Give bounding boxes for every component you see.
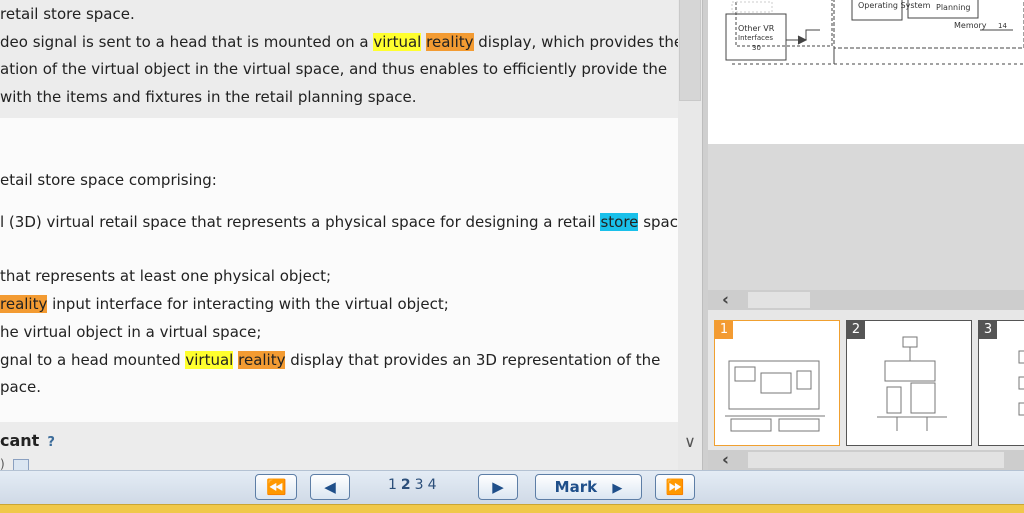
- thumbnail-number: 3: [979, 321, 997, 339]
- text-segment: with the items and fixtures in the retai…: [0, 88, 417, 106]
- thumbnail-page-3[interactable]: 3: [978, 320, 1024, 446]
- first-page-button[interactable]: ⏪: [255, 474, 297, 500]
- chevron-left-icon[interactable]: ‹: [722, 450, 729, 470]
- chevron-down-icon[interactable]: ∨: [680, 432, 700, 452]
- applicant-section: cant? ): [0, 422, 678, 470]
- right-arrow-icon: ▶: [492, 478, 504, 496]
- text-segment: he virtual object in a virtual space;: [0, 323, 262, 341]
- text-scrollbar[interactable]: ∨: [678, 0, 702, 470]
- next-page-button[interactable]: ▶: [478, 474, 518, 500]
- page-link-4[interactable]: 4: [428, 477, 437, 493]
- abstract-line: ation of the virtual object in the virtu…: [0, 59, 667, 79]
- abstract-block: retail store space. deo signal is sent to…: [0, 0, 678, 118]
- abstract-line: with the items and fixtures in the retai…: [0, 87, 417, 107]
- page-link-1[interactable]: 1: [388, 477, 397, 493]
- text-segment: display that provides an 3D representati…: [285, 351, 661, 369]
- abstract-line: deo signal is sent to a head that is mou…: [0, 32, 678, 52]
- claim-element: gnal to a head mounted virtual reality d…: [0, 350, 660, 370]
- help-icon[interactable]: ?: [47, 435, 55, 450]
- drawing-label-memory: Memory: [954, 21, 987, 30]
- text-segment: gnal to a head mounted: [0, 351, 186, 369]
- figure-panel: Operating System Planning Memory 14 Othe…: [708, 0, 1024, 470]
- thumbnail-number: 1: [715, 321, 733, 339]
- document-text-panel: retail store space. deo signal is sent to…: [0, 0, 678, 470]
- highlight-virtual: virtual: [373, 33, 422, 51]
- flag-icon[interactable]: [12, 458, 29, 470]
- previous-page-button[interactable]: ◀: [310, 474, 350, 500]
- text-segment: input interface for interacting with the…: [47, 295, 449, 313]
- section-title: cant: [0, 431, 40, 450]
- text-segment: space: [643, 213, 678, 231]
- claim-element: l (3D) virtual retail space that represe…: [0, 212, 678, 232]
- claim-element: pace.: [0, 377, 41, 397]
- highlight-store: store: [600, 213, 639, 231]
- trailing-text: ): [0, 457, 5, 470]
- drawing-label-vr: Other VR: [738, 24, 775, 33]
- drawing-label-vr-ref: 30: [752, 44, 761, 52]
- abstract-line: retail store space.: [0, 4, 135, 24]
- thumbnail-page-2[interactable]: 2: [846, 320, 972, 446]
- page-numbers: 1234: [388, 477, 441, 493]
- right-arrow-icon: ▶: [612, 481, 623, 496]
- double-left-arrow-icon: ⏪: [265, 478, 287, 496]
- page-link-3[interactable]: 3: [415, 477, 424, 493]
- claim-element: he virtual object in a virtual space;: [0, 322, 261, 342]
- text-segment: that represents at least one physical ob…: [0, 267, 332, 285]
- scroll-thumb[interactable]: [679, 0, 701, 101]
- highlight-reality: reality: [426, 33, 474, 51]
- text-segment: l (3D) virtual retail space that represe…: [0, 213, 601, 231]
- drawing-scroll-thumb[interactable]: [748, 292, 810, 308]
- claim-element: that represents at least one physical ob…: [0, 266, 331, 286]
- last-page-button[interactable]: ⏩: [655, 474, 695, 500]
- thumbnail-page-1[interactable]: 1: [714, 320, 840, 446]
- drawing-figure: Operating System Planning Memory 14 Othe…: [725, 0, 1024, 65]
- thumbnail-scrollbar[interactable]: ‹: [708, 450, 1024, 470]
- highlight-reality: reality: [0, 295, 48, 313]
- page-link-2[interactable]: 2: [401, 477, 411, 493]
- patent-drawing[interactable]: Operating System Planning Memory 14 Othe…: [708, 0, 1024, 144]
- drawing-label-planning: Planning: [936, 3, 970, 12]
- drawing-label-vr-interfaces: Interfaces: [738, 34, 773, 42]
- left-arrow-icon: ◀: [324, 478, 336, 496]
- thumbnail-strip: 1 2 3: [708, 310, 1024, 450]
- mark-button[interactable]: Mark ▶: [535, 474, 642, 500]
- thumbnail-drawing: [1018, 350, 1024, 416]
- drawing-label-os: Operating System: [858, 1, 931, 10]
- drawing-label-memory-ref: 14: [998, 22, 1007, 30]
- drawing-scrollbar[interactable]: ‹: [708, 290, 1024, 310]
- double-right-arrow-icon: ⏩: [665, 478, 685, 496]
- text-segment: deo signal is sent to a head that is mou…: [0, 33, 374, 51]
- navigation-bar: ⏪ ◀ 1234 ▶ Mark ▶ ⏩: [0, 470, 1024, 505]
- chevron-left-icon[interactable]: ‹: [722, 290, 729, 310]
- thumbnail-drawing: [725, 360, 825, 432]
- thumbnail-drawing: [877, 336, 947, 431]
- claim-intro: etail store space comprising:: [0, 171, 217, 189]
- text-segment: pace.: [0, 378, 41, 396]
- text-segment: display, which provides the: [473, 33, 678, 51]
- highlight-virtual: virtual: [185, 351, 234, 369]
- text-segment: ation of the virtual object in the virtu…: [0, 60, 668, 78]
- highlight-reality: reality: [238, 351, 286, 369]
- claim-element: reality input interface for interacting …: [0, 294, 449, 314]
- mark-label: Mark: [554, 478, 598, 496]
- text-segment: retail store space.: [0, 5, 135, 23]
- thumbnail-scroll-thumb[interactable]: [748, 452, 1004, 468]
- thumbnail-number: 2: [847, 321, 865, 339]
- claims-block: etail store space comprising: l (3D) vir…: [0, 118, 678, 422]
